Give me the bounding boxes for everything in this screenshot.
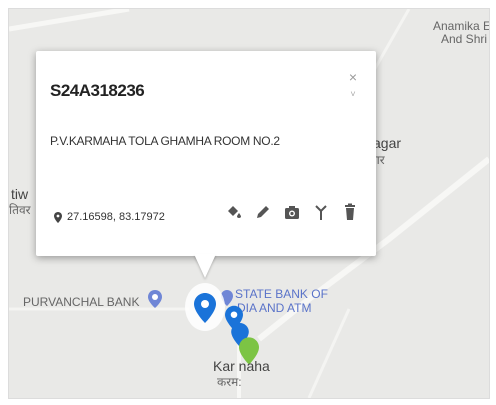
popup-pointer xyxy=(194,254,216,278)
trash-icon[interactable] xyxy=(342,203,358,221)
location-pin-icon xyxy=(54,211,62,223)
map-label-anamika: Anamika E xyxy=(433,19,490,33)
poi-label-sbi[interactable]: STATE BANK OF xyxy=(235,287,328,301)
paint-bucket-icon[interactable] xyxy=(226,203,242,221)
popup-coordinates: 27.16598, 83.17972 xyxy=(54,211,165,223)
popup-address: P.V.KARMAHA TOLA GHAMHA ROOM NO.2 xyxy=(50,134,280,148)
map-label-left: tiw xyxy=(11,186,29,202)
map-label-nagar: agar xyxy=(373,135,402,151)
camera-icon[interactable] xyxy=(284,203,300,221)
close-icon[interactable]: × xyxy=(349,69,357,85)
poi-bank-icon[interactable] xyxy=(148,290,162,308)
popup-title: S24A318236 xyxy=(50,81,145,100)
coordinates-text: 27.16598, 83.17972 xyxy=(67,211,165,223)
scroll-down-icon[interactable]: ˅ xyxy=(346,89,360,99)
close-button[interactable]: × ˅ xyxy=(346,69,360,99)
pencil-icon[interactable] xyxy=(255,203,271,221)
map-label-anamika-2: And Shri xyxy=(441,32,488,46)
map-label-karmaha: Kar naha xyxy=(213,358,270,374)
antenna-icon[interactable] xyxy=(313,203,329,221)
poi-label-purvanchal-bank[interactable]: PURVANCHAL BANK xyxy=(23,295,139,309)
info-popup: S24A318236 × ˅ P.V.KARMAHA TOLA GHAMHA R… xyxy=(36,51,376,278)
selected-location-marker[interactable] xyxy=(194,293,216,323)
map-label-karmaha-hindi: करम: xyxy=(217,375,242,389)
map-label-left-hindi: तिवर xyxy=(9,203,31,217)
map-canvas[interactable]: Anamika E And Shri agar गर tiw तिवर PURV… xyxy=(8,8,490,399)
poi-label-sbi-2[interactable]: DIA AND ATM xyxy=(237,301,311,315)
popup-toolbar xyxy=(226,203,358,221)
